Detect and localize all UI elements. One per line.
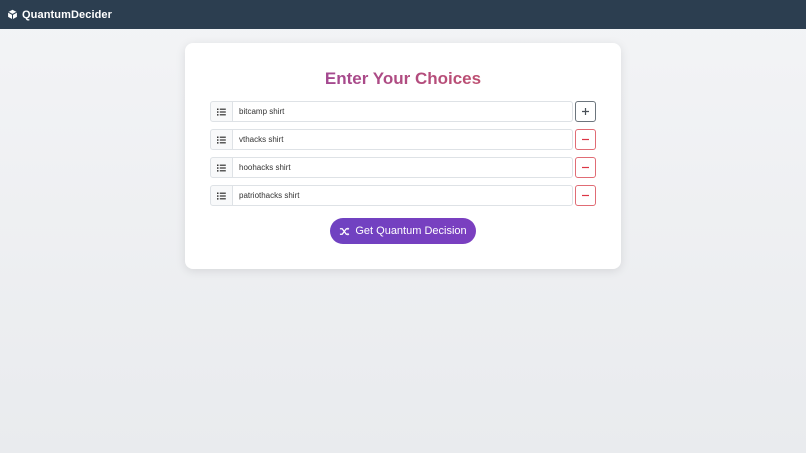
minus-icon (582, 138, 589, 141)
brand-name: QuantumDecider (22, 8, 113, 21)
minus-icon (582, 194, 589, 197)
choices-card: Enter Your Choices bitcamp shirt vthacks… (185, 43, 621, 269)
brand-link[interactable]: QuantumDecider (7, 9, 112, 21)
plus-icon (582, 108, 589, 115)
list-icon (210, 185, 233, 206)
remove-choice-button[interactable] (575, 129, 596, 150)
choice-input[interactable] (233, 101, 573, 122)
list-icon (210, 129, 233, 150)
cube-icon (7, 9, 18, 20)
list-icon (210, 101, 233, 122)
choice-row (210, 101, 596, 122)
add-choice-button[interactable] (575, 101, 596, 122)
choice-row (210, 185, 596, 206)
form-title: Enter Your Choices (185, 69, 621, 89)
choice-input[interactable] (233, 185, 573, 206)
get-quantum-decision-button[interactable]: Get Quantum Decision (330, 218, 476, 244)
remove-choice-button[interactable] (575, 157, 596, 178)
choice-input[interactable] (233, 157, 573, 178)
choice-row (210, 157, 596, 178)
shuffle-icon (339, 226, 350, 237)
navbar: QuantumDecider (0, 0, 806, 29)
list-icon (210, 157, 233, 178)
choice-input[interactable] (233, 129, 573, 150)
choice-row (210, 129, 596, 150)
submit-label: Get Quantum Decision (355, 225, 467, 237)
minus-icon (582, 166, 589, 169)
remove-choice-button[interactable] (575, 185, 596, 206)
